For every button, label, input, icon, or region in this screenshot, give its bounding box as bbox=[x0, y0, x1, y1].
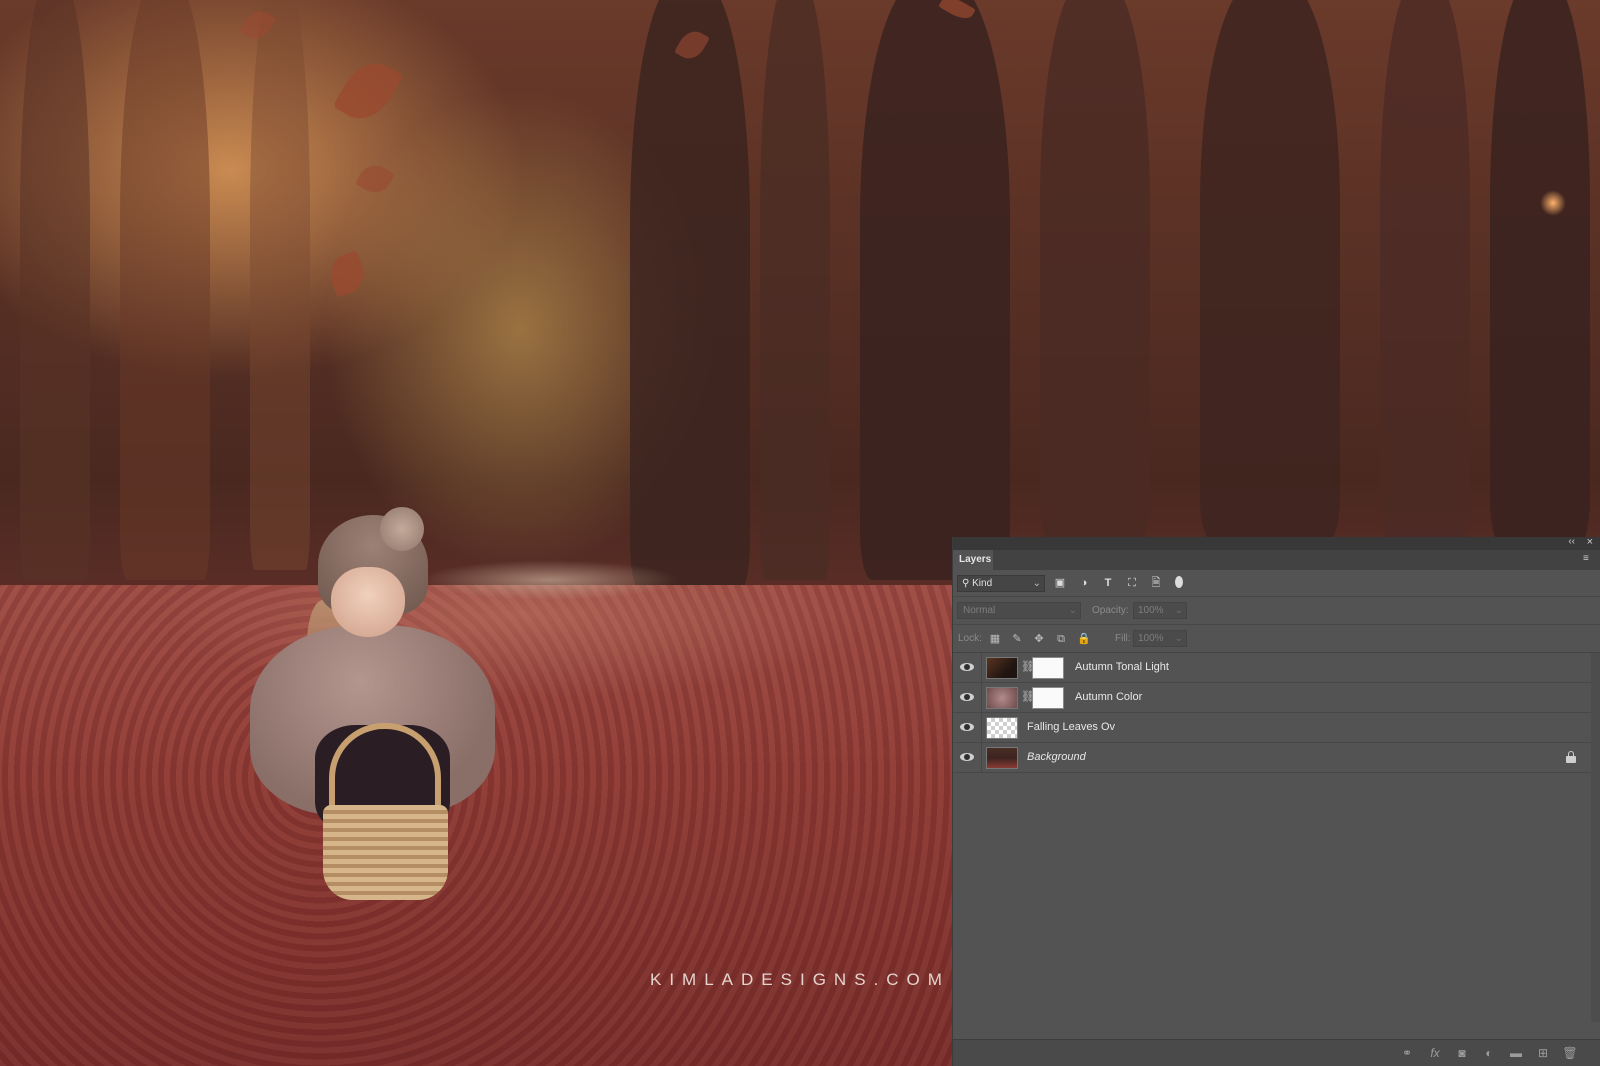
filter-toggle-icon[interactable] bbox=[1175, 576, 1183, 588]
filter-kind-label: Kind bbox=[972, 578, 993, 589]
divider bbox=[981, 653, 982, 682]
falling-leaf bbox=[355, 159, 395, 199]
lock-artboard-icon[interactable]: ⧉ bbox=[1055, 633, 1067, 645]
panel-bottom-bar: ⚭ fx ◙ ◐ ▬ ⊞ 🗑 bbox=[953, 1039, 1600, 1066]
new-layer-icon[interactable]: ⊞ bbox=[1535, 1045, 1551, 1061]
tree-trunk bbox=[1380, 0, 1470, 540]
shape-filter-icon[interactable]: ⛶ bbox=[1125, 576, 1139, 590]
tree-trunk bbox=[1490, 0, 1590, 540]
opacity-value: 100% bbox=[1138, 605, 1164, 616]
divider bbox=[981, 713, 982, 742]
fx-icon[interactable]: fx bbox=[1427, 1045, 1443, 1061]
visibility-eye-icon[interactable] bbox=[960, 722, 974, 732]
new-group-icon[interactable]: ▬ bbox=[1508, 1045, 1524, 1061]
tree-trunk bbox=[250, 0, 310, 570]
adjustment-layer-icon[interactable]: ◐ bbox=[1481, 1045, 1497, 1061]
wicker-basket bbox=[323, 805, 448, 900]
layer-lock-icon[interactable] bbox=[1565, 751, 1577, 763]
visibility-eye-icon[interactable] bbox=[960, 662, 974, 672]
fill-field[interactable]: 100% ⌄ bbox=[1133, 630, 1187, 647]
lock-transparent-pixels-icon[interactable]: ▦ bbox=[989, 633, 1001, 645]
light-flare bbox=[1540, 190, 1566, 216]
opacity-field[interactable]: 100% ⌄ bbox=[1133, 602, 1187, 619]
layer-row[interactable]: ⛓ Autumn Color bbox=[953, 683, 1591, 713]
image-filter-icon[interactable]: ▣ bbox=[1053, 576, 1067, 590]
visibility-eye-icon[interactable] bbox=[960, 752, 974, 762]
collapse-panel-icon[interactable]: ‹‹ bbox=[1568, 536, 1575, 547]
chevron-down-icon: ⌄ bbox=[1174, 633, 1183, 644]
adjustment-filter-icon[interactable]: ◑ bbox=[1077, 576, 1091, 590]
tree-trunk bbox=[20, 0, 90, 580]
panel-menu-icon[interactable]: ≡ bbox=[1583, 554, 1595, 564]
lock-image-pixels-icon[interactable]: ✎ bbox=[1011, 633, 1023, 645]
layer-name[interactable]: Autumn Color bbox=[1075, 691, 1142, 703]
layer-thumbnail[interactable] bbox=[986, 747, 1018, 769]
child-figure bbox=[245, 505, 505, 915]
layer-name[interactable]: Background bbox=[1027, 751, 1086, 763]
link-layers-icon[interactable]: ⚭ bbox=[1399, 1045, 1415, 1061]
chevron-down-icon: ⌄ bbox=[1032, 578, 1041, 589]
fill-label: Fill: bbox=[1115, 633, 1131, 644]
lock-label: Lock: bbox=[958, 633, 982, 644]
lock-row: Lock: ▦ ✎ ✥ ⧉ 🔒 Fill: 100% ⌄ bbox=[953, 625, 1600, 653]
divider bbox=[981, 683, 982, 712]
type-filter-icon[interactable]: T bbox=[1101, 576, 1115, 590]
layer-row[interactable]: Falling Leaves Ov bbox=[953, 713, 1591, 743]
tree-trunk bbox=[1040, 0, 1150, 540]
filter-row: ⚲ Kind ⌄ ▣ ◑ T ⛶ 🗎 bbox=[953, 570, 1600, 597]
layer-thumbnail[interactable] bbox=[986, 687, 1018, 709]
tree-trunk bbox=[630, 0, 750, 590]
layer-name[interactable]: Autumn Tonal Light bbox=[1075, 661, 1169, 673]
layers-list: ⛓ Autumn Tonal Light ⛓ Autumn Color Fall… bbox=[953, 653, 1591, 773]
tree-trunk bbox=[760, 0, 830, 580]
tree-trunk bbox=[120, 0, 210, 580]
close-panel-icon[interactable]: × bbox=[1587, 536, 1593, 548]
tree-trunk bbox=[1200, 0, 1340, 540]
mask-link-icon[interactable]: ⛓ bbox=[1021, 660, 1035, 674]
lock-all-icon[interactable]: 🔒 bbox=[1077, 633, 1091, 645]
fill-value: 100% bbox=[1138, 633, 1164, 644]
mask-link-icon[interactable]: ⛓ bbox=[1021, 690, 1035, 704]
search-icon: ⚲ bbox=[962, 578, 970, 589]
panel-tab-row: Layers ≡ bbox=[953, 550, 1600, 570]
tab-layers[interactable]: Layers bbox=[953, 550, 993, 570]
add-mask-icon[interactable]: ◙ bbox=[1454, 1045, 1470, 1061]
layer-row[interactable]: Background bbox=[953, 743, 1591, 773]
visibility-eye-icon[interactable] bbox=[960, 692, 974, 702]
tree-trunk bbox=[860, 0, 1010, 580]
blend-row: Normal ⌄ Opacity: 100% ⌄ bbox=[953, 597, 1600, 625]
delete-layer-icon[interactable]: 🗑 bbox=[1562, 1045, 1578, 1061]
layers-panel: ‹‹ × Layers ≡ ⚲ Kind ⌄ ▣ ◑ T ⛶ 🗎 Normal … bbox=[952, 536, 1600, 1066]
blend-mode-value: Normal bbox=[963, 605, 996, 616]
hat-pompom bbox=[380, 507, 424, 551]
layers-scrollbar[interactable] bbox=[1591, 653, 1600, 1022]
falling-leaf bbox=[324, 250, 370, 298]
opacity-label: Opacity: bbox=[1092, 605, 1129, 616]
chevron-down-icon: ⌄ bbox=[1068, 605, 1077, 616]
falling-leaf bbox=[332, 52, 404, 130]
layer-mask-thumbnail[interactable] bbox=[1032, 687, 1064, 709]
filter-kind-select[interactable]: ⚲ Kind ⌄ bbox=[957, 575, 1045, 592]
lock-position-icon[interactable]: ✥ bbox=[1033, 633, 1045, 645]
panel-title-bar[interactable]: ‹‹ × bbox=[953, 536, 1600, 550]
layer-name[interactable]: Falling Leaves Ov bbox=[1027, 721, 1115, 733]
divider bbox=[981, 743, 982, 772]
layer-thumbnail[interactable] bbox=[986, 717, 1018, 739]
watermark: KIMLADESIGNS.COM bbox=[650, 970, 950, 989]
smart-object-filter-icon[interactable]: 🗎 bbox=[1149, 576, 1163, 590]
layer-mask-thumbnail[interactable] bbox=[1032, 657, 1064, 679]
layer-thumbnail[interactable] bbox=[986, 657, 1018, 679]
layer-row[interactable]: ⛓ Autumn Tonal Light bbox=[953, 653, 1591, 683]
chevron-down-icon: ⌄ bbox=[1174, 605, 1183, 616]
face bbox=[331, 567, 405, 637]
blend-mode-select[interactable]: Normal ⌄ bbox=[957, 602, 1081, 619]
